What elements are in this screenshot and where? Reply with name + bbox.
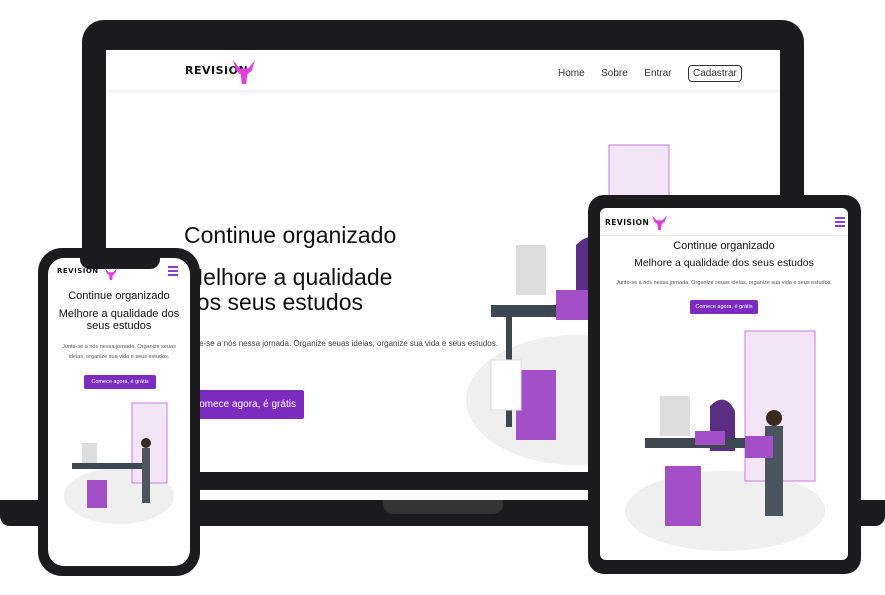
hero-subtitle: Melhore a qualidade dos seus estudos bbox=[58, 308, 180, 332]
cta-button[interactable]: Comece agora, é grátis bbox=[184, 390, 304, 419]
study-illustration bbox=[625, 330, 825, 551]
hero-description: Junte-se a nós nessa jornada. Organize s… bbox=[184, 339, 498, 348]
bull-logo-icon bbox=[652, 215, 667, 230]
bull-logo-icon bbox=[105, 268, 117, 280]
tablet-screen: REVISION Continue organizado Melhore a q… bbox=[600, 208, 848, 560]
hero-description: Junte-se a nós nessa jornada. Organize s… bbox=[62, 344, 176, 360]
hamburger-menu-icon[interactable] bbox=[835, 217, 845, 229]
study-illustration bbox=[64, 402, 174, 524]
cta-button[interactable]: Comece agora, é grátis bbox=[84, 375, 156, 389]
nav-home[interactable]: Home bbox=[558, 68, 585, 79]
phone-screen: REVISION Continue organizado Melhore a q… bbox=[48, 258, 190, 566]
hero-title: Continue organizado bbox=[673, 240, 775, 252]
laptop-notch bbox=[383, 500, 503, 514]
hamburger-menu-icon[interactable] bbox=[168, 266, 178, 278]
cta-button[interactable]: Comece agora, é grátis bbox=[690, 300, 758, 314]
brand-logo[interactable]: REVISION bbox=[57, 267, 99, 275]
brand-logo[interactable]: REVISION bbox=[605, 218, 649, 227]
nav-signup-button[interactable]: Cadastrar bbox=[687, 65, 742, 82]
hero-title: Continue organizado bbox=[184, 222, 397, 248]
laptop-navbar: REVISION Home Sobre Entrar Cadastrar bbox=[106, 50, 780, 90]
nav-about[interactable]: Sobre bbox=[601, 68, 628, 79]
hero-description: Junte-se a nós nessa jornada. Organize s… bbox=[616, 280, 832, 286]
nav-login[interactable]: Entrar bbox=[644, 68, 671, 79]
hero-title: Continue organizado bbox=[68, 290, 170, 302]
hero-subtitle: Melhore a qualidade dos seus estudos bbox=[184, 264, 393, 315]
tablet-navbar-divider bbox=[600, 235, 848, 236]
hero-subtitle: Melhore a qualidade dos seus estudos bbox=[634, 257, 814, 269]
